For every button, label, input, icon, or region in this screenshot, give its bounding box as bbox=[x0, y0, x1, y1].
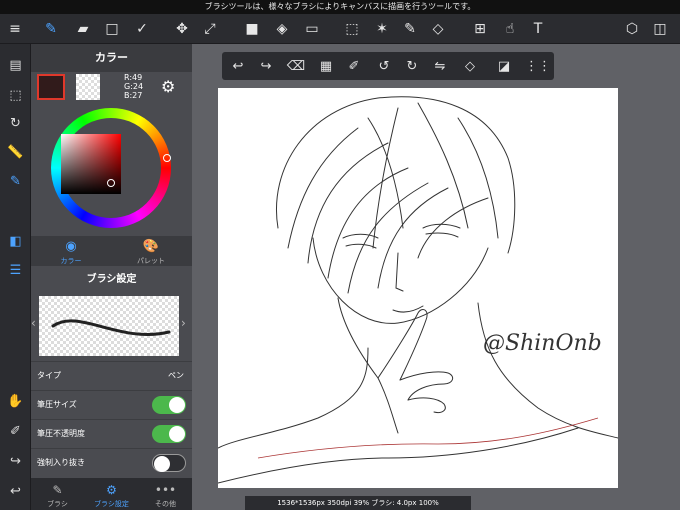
magic-wand-icon[interactable]: ✶ bbox=[370, 17, 394, 41]
bucket-tool-icon[interactable]: ◈ bbox=[270, 17, 294, 41]
hue-marker[interactable] bbox=[163, 154, 171, 162]
sub-color-swatch[interactable] bbox=[76, 74, 100, 100]
rotate-icon[interactable]: ↻ bbox=[4, 112, 27, 135]
main-color-swatch[interactable] bbox=[37, 74, 65, 100]
frame-tool-icon[interactable]: ⊞ bbox=[468, 17, 492, 41]
force-taper-row: 強制入り抜き bbox=[31, 448, 192, 476]
toggle-knob bbox=[169, 397, 185, 413]
line-art-drawing: @ShinOnb bbox=[218, 96, 618, 484]
tab-brush-label: ブラシ bbox=[47, 500, 68, 508]
selection-icon[interactable]: ⬚ bbox=[4, 84, 27, 107]
chevron-right-icon[interactable]: › bbox=[181, 316, 186, 330]
brush-type-value: ペン bbox=[168, 371, 184, 380]
pressure-size-toggle[interactable] bbox=[152, 396, 186, 414]
select-pen-icon[interactable]: ✎ bbox=[398, 17, 422, 41]
gear-icon[interactable]: ⚙ bbox=[161, 77, 175, 96]
text-tool-icon[interactable]: T bbox=[526, 17, 550, 41]
flip-icon[interactable]: ⇋ bbox=[428, 54, 452, 78]
select-tool-icon[interactable]: ⬚ bbox=[340, 17, 364, 41]
chevron-left-icon[interactable]: ‹ bbox=[31, 316, 36, 330]
menu-icon[interactable]: ≡ bbox=[3, 17, 27, 41]
tab-brush-settings[interactable]: ⚙ ブラシ設定 bbox=[85, 478, 138, 510]
fill-color-icon[interactable]: ■ bbox=[240, 17, 264, 41]
ruler-icon[interactable]: 📏 bbox=[4, 141, 27, 164]
snap-tool-icon[interactable]: ✓ bbox=[130, 17, 154, 41]
layers-icon[interactable]: ◫ bbox=[648, 17, 672, 41]
pressure-size-row: 筆圧サイズ bbox=[31, 390, 192, 418]
canvas-info-bar: 1536*1536px 350dpi 39% ブラシ: 4.0px 100% bbox=[245, 496, 471, 510]
status-bar: ブラシツールは、様々なブラシによりキャンバスに描画を行うツールです。 bbox=[0, 0, 680, 14]
hand-select-icon[interactable]: ☝ bbox=[498, 17, 522, 41]
brush-type-label: タイプ bbox=[37, 371, 61, 380]
tab-palette[interactable]: 🎨 パレット bbox=[111, 236, 191, 266]
rgb-readout: R:49 G:24 B:27 bbox=[124, 73, 143, 100]
pressure-size-label: 筆圧サイズ bbox=[37, 400, 77, 409]
eyedropper-icon[interactable]: ✐ bbox=[342, 54, 366, 78]
brush-settings-tab-icon: ⚙ bbox=[106, 483, 117, 497]
pages-icon[interactable]: ▤ bbox=[4, 54, 27, 77]
left-icon-strip: ▤ ⬚ ↻ 📏 ✎ ◧ ☰ ✋ ✐ ↪ ↩ bbox=[0, 44, 31, 510]
color-subtabs: ◉ カラー 🎨 パレット bbox=[31, 236, 192, 266]
color-tab-icon: ◉ bbox=[65, 239, 77, 254]
rotate-right-icon[interactable]: ↻ bbox=[400, 54, 424, 78]
rotate-left-icon[interactable]: ↺ bbox=[372, 54, 396, 78]
drawing-canvas[interactable]: @ShinOnb bbox=[218, 88, 618, 488]
color-panel-title: カラー bbox=[31, 44, 192, 72]
brush-list-icon[interactable]: ☰ bbox=[4, 259, 27, 282]
tab-other[interactable]: ••• その他 bbox=[139, 478, 192, 510]
undo-icon[interactable]: ↩ bbox=[4, 480, 27, 503]
side-panel: カラー R:49 G:24 B:27 ⚙ ◉ カラー 🎨 パレット ブラシ設定 … bbox=[31, 44, 192, 510]
rgb-r: R:49 bbox=[124, 73, 143, 82]
brush-tab-icon: ✎ bbox=[52, 483, 63, 497]
brush-tool-icon[interactable]: ✎ bbox=[39, 17, 63, 41]
rgb-b: B:27 bbox=[124, 91, 143, 100]
undo-icon[interactable]: ↩ bbox=[226, 54, 250, 78]
canvas-floating-toolbar: ↩ ↪ ⌫ ▦ ✐ ↺ ↻ ⇋ ◇ ◪ ⋮⋮ bbox=[222, 52, 554, 80]
fullscreen-icon[interactable]: ◪ bbox=[492, 54, 516, 78]
force-taper-toggle[interactable] bbox=[152, 454, 186, 472]
clear-icon[interactable]: ⌫ bbox=[284, 54, 308, 78]
pressure-opacity-row: 筆圧不透明度 bbox=[31, 419, 192, 447]
brush-stroke-preview bbox=[39, 296, 179, 356]
tab-color[interactable]: ◉ カラー bbox=[31, 236, 111, 266]
panel-bottom-tabs: ✎ ブラシ ⚙ ブラシ設定 ••• その他 bbox=[31, 478, 192, 510]
gradient-tool-icon[interactable]: ▭ bbox=[300, 17, 324, 41]
tab-brush-settings-label: ブラシ設定 bbox=[94, 500, 129, 508]
redo-icon[interactable]: ↪ bbox=[254, 54, 278, 78]
sv-marker[interactable] bbox=[107, 179, 115, 187]
hand-icon[interactable]: ✋ bbox=[4, 390, 27, 413]
rgb-g: G:24 bbox=[124, 82, 144, 91]
top-toolbar: ≡ ✎ ▰ □ ✓ ✥ ⤢ ■ ◈ ▭ ⬚ ✶ ✎ ◇ ⊞ ☝ T ⬡ ◫ bbox=[0, 14, 680, 44]
artist-signature: @ShinOnb bbox=[483, 331, 602, 356]
force-taper-label: 強制入り抜き bbox=[37, 458, 85, 467]
toggle-knob bbox=[169, 426, 185, 442]
brush-type-row[interactable]: タイプ ペン bbox=[31, 361, 192, 389]
eyedropper-icon[interactable]: ✐ bbox=[4, 420, 27, 443]
pressure-opacity-toggle[interactable] bbox=[152, 425, 186, 443]
more-tab-icon: ••• bbox=[154, 483, 177, 497]
more-icon[interactable]: ⋮⋮ bbox=[525, 54, 551, 78]
tab-palette-label: パレット bbox=[137, 257, 165, 265]
stroke-preview-svg bbox=[51, 319, 171, 336]
tab-color-label: カラー bbox=[60, 257, 82, 265]
snap-off-icon[interactable]: ◇ bbox=[458, 54, 482, 78]
tab-other-label: その他 bbox=[155, 500, 176, 508]
toggle-knob bbox=[154, 456, 170, 472]
eraser-tool-icon[interactable]: ▰ bbox=[71, 17, 95, 41]
material-icon[interactable]: ⬡ bbox=[620, 17, 644, 41]
transform-tool-icon[interactable]: ⤢ bbox=[198, 17, 222, 41]
brush-settings-title: ブラシ設定 bbox=[86, 274, 137, 285]
tab-brush[interactable]: ✎ ブラシ bbox=[31, 478, 84, 510]
transparent-icon[interactable]: ▦ bbox=[314, 54, 338, 78]
move-tool-icon[interactable]: ✥ bbox=[170, 17, 194, 41]
shape-tool-icon[interactable]: □ bbox=[100, 17, 124, 41]
brush-icon[interactable]: ✎ bbox=[4, 170, 27, 193]
redo-icon[interactable]: ↪ bbox=[4, 450, 27, 473]
palette-tab-icon: 🎨 bbox=[142, 239, 160, 254]
color-panel-icon[interactable]: ◧ bbox=[4, 230, 27, 253]
pressure-opacity-label: 筆圧不透明度 bbox=[37, 429, 85, 438]
select-eraser-icon[interactable]: ◇ bbox=[426, 17, 450, 41]
